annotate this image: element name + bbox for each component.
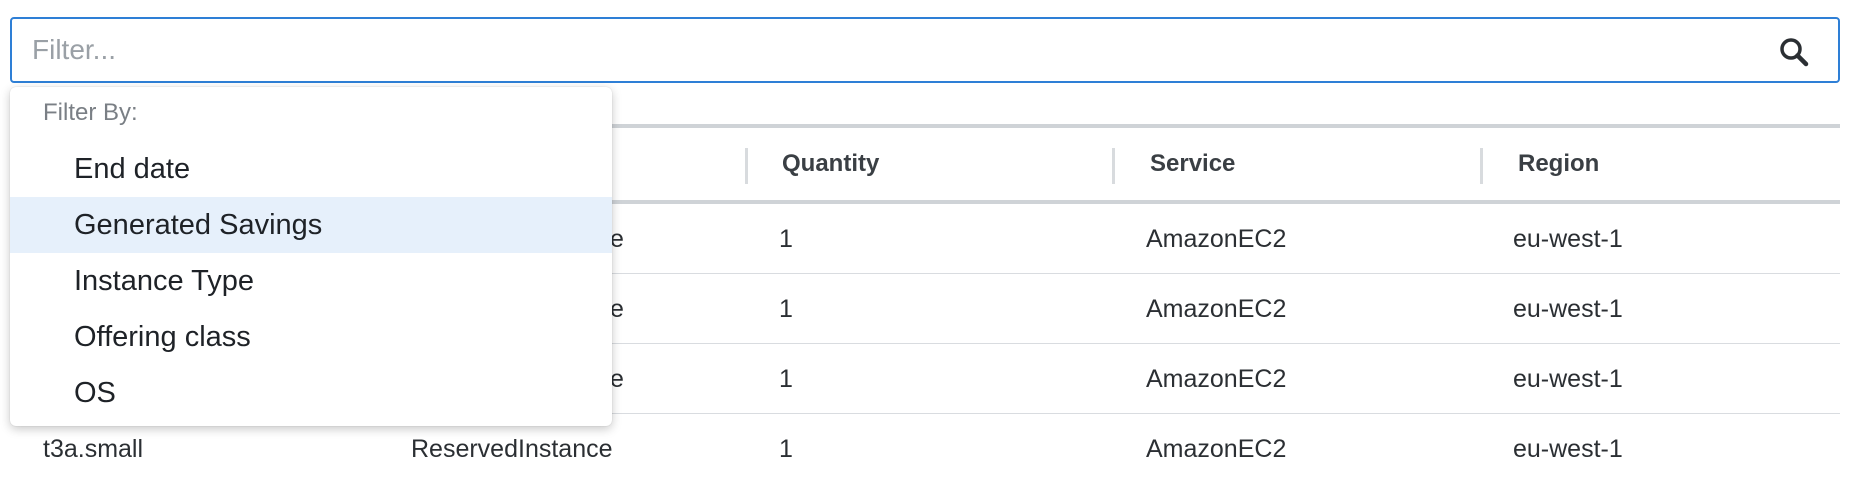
- column-separator: [1112, 148, 1115, 184]
- filter-option-generated-savings[interactable]: Generated Savings: [10, 197, 612, 253]
- filter-option-end-date[interactable]: End date: [10, 141, 612, 197]
- cell-quantity: 1: [779, 435, 793, 463]
- filter-option-os[interactable]: OS: [10, 365, 612, 421]
- column-separator: [1480, 148, 1483, 184]
- cell-quantity: 1: [779, 225, 793, 253]
- dropdown-heading: Filter By:: [43, 99, 138, 126]
- cell-quantity: 1: [779, 295, 793, 323]
- cell-type: e: [610, 225, 624, 253]
- filter-option-offering-class[interactable]: Offering class: [10, 309, 612, 365]
- filter-by-dropdown: Filter By: End date Generated Savings In…: [10, 87, 612, 426]
- filter-option-instance-type[interactable]: Instance Type: [10, 253, 612, 309]
- filter-input[interactable]: [32, 19, 1732, 81]
- cell-region: eu-west-1: [1513, 295, 1623, 323]
- cell-service: AmazonEC2: [1146, 365, 1287, 393]
- cell-service: AmazonEC2: [1146, 225, 1287, 253]
- column-header-quantity[interactable]: Quantity: [782, 128, 879, 200]
- cell-quantity: 1: [779, 365, 793, 393]
- filter-bar[interactable]: [10, 17, 1840, 83]
- cell-service: AmazonEC2: [1146, 295, 1287, 323]
- cell-region: eu-west-1: [1513, 435, 1623, 463]
- column-header-service[interactable]: Service: [1150, 128, 1235, 200]
- cell-region: eu-west-1: [1513, 365, 1623, 393]
- column-separator: [745, 148, 748, 184]
- cell-type: e: [610, 365, 624, 393]
- search-icon[interactable]: [1778, 36, 1810, 68]
- cell-service: AmazonEC2: [1146, 435, 1287, 463]
- column-header-region[interactable]: Region: [1518, 128, 1599, 200]
- cell-region: eu-west-1: [1513, 225, 1623, 253]
- cell-type: e: [610, 295, 624, 323]
